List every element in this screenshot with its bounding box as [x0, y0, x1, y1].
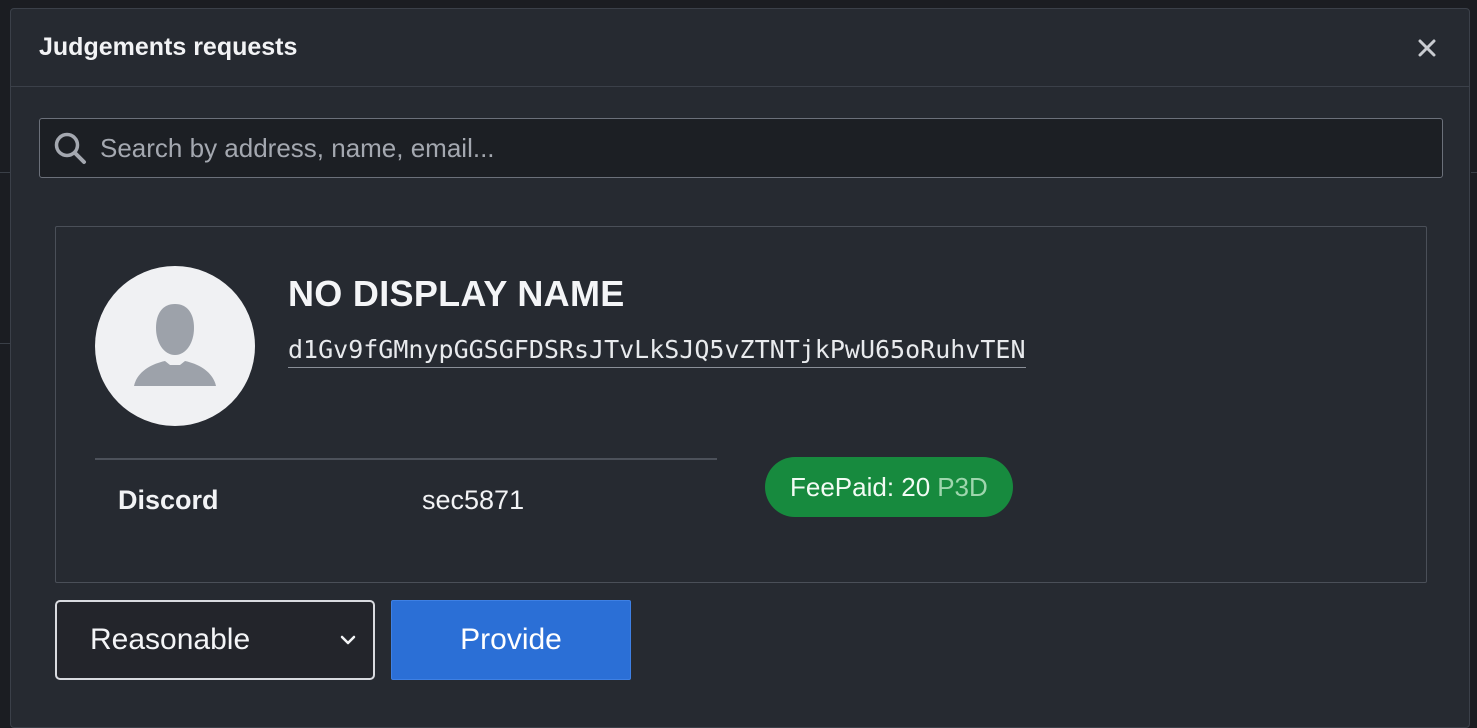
backdrop-divider [1471, 172, 1477, 173]
close-icon [1418, 39, 1436, 56]
search-field[interactable] [39, 118, 1443, 178]
identity-card: NO DISPLAY NAME d1Gv9fGMnypGGSGFDSRsJTvL… [55, 226, 1427, 583]
field-value-discord: sec5871 [422, 485, 525, 515]
close-button[interactable] [1413, 34, 1441, 62]
search-input[interactable] [100, 119, 1442, 177]
backdrop-divider [0, 172, 10, 173]
search-icon [40, 119, 100, 177]
fee-unit: P3D [937, 471, 988, 502]
user-icon [134, 304, 216, 386]
avatar [95, 266, 255, 426]
backdrop-divider [0, 343, 10, 344]
chevron-down-icon [340, 635, 356, 645]
judgement-select-value: Reasonable [90, 623, 251, 656]
provide-button[interactable]: Provide [391, 600, 631, 680]
judgement-select[interactable]: Reasonable [55, 600, 375, 680]
modal-header: Judgements requests [11, 9, 1469, 87]
display-name: NO DISPLAY NAME [288, 273, 625, 314]
fee-paid-badge: FeePaid: 20 P3D [765, 457, 1013, 517]
account-address-link[interactable]: d1Gv9fGMnypGGSGFDSRsJTvLkSJQ5vZTNTjkPwU6… [288, 335, 1026, 368]
modal-title: Judgements requests [39, 33, 298, 61]
field-label-discord: Discord [118, 485, 219, 515]
divider [95, 458, 717, 460]
judgements-modal: Judgements requests NO DISPLAY NAME d1Gv… [10, 8, 1470, 728]
fee-paid-label: FeePaid: 20 [790, 471, 931, 502]
